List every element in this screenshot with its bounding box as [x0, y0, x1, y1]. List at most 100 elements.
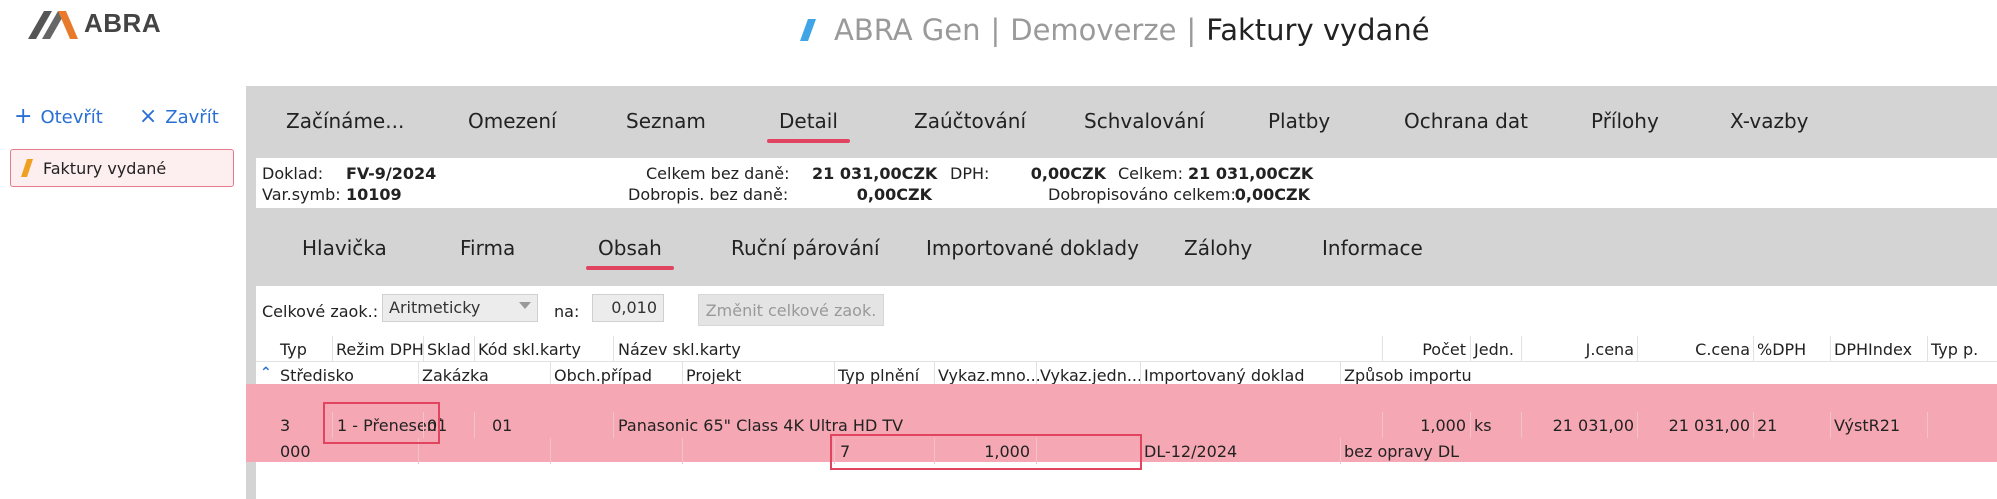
cell-pocet: 1,000	[1420, 416, 1466, 435]
title-version: Demoverze	[1010, 13, 1177, 47]
tab-detail[interactable]: Detail	[767, 99, 850, 143]
cell-procento-dph: 21	[1757, 416, 1778, 435]
sidebar-item-label: Faktury vydané	[43, 158, 167, 178]
tab-zaciname[interactable]: Začínáme...	[286, 99, 404, 143]
tab-importovane-doklady[interactable]: Importované doklady	[926, 226, 1139, 270]
change-rounding-button[interactable]: Změnit celkové zaok.	[698, 294, 884, 326]
col-typ-p[interactable]: Typ p.	[1931, 340, 1978, 359]
tab-firma[interactable]: Firma	[460, 226, 515, 270]
close-label: Zavřít	[165, 106, 219, 128]
col-zakazka[interactable]: Zakázka	[422, 366, 489, 385]
col-importovany-doklad[interactable]: Importovaný doklad	[1144, 366, 1304, 385]
tab-schvalovani[interactable]: Schvalování	[1084, 99, 1205, 143]
col-kod-skl-karty[interactable]: Kód skl.karty	[478, 340, 581, 359]
cell-c-cena: 21 031,00	[1668, 416, 1750, 435]
varsymb-label: Var.symb:	[262, 185, 341, 204]
highlight-rezim-dph	[323, 402, 440, 444]
tab-obsah[interactable]: Obsah	[586, 226, 674, 270]
rounding-label: Celkové zaok.:	[262, 302, 379, 321]
celkem-bez-dane-label: Celkem bez daně:	[646, 164, 790, 183]
cell-typ: 3	[280, 416, 291, 435]
abra-logo-icon	[28, 11, 78, 39]
main-panel: Začínáme... Omezení Seznam Detail Zaúčto…	[246, 86, 1997, 499]
celkem-value: 21 031,00CZK	[1188, 164, 1314, 183]
tab-zauctovani[interactable]: Zaúčtování	[914, 99, 1026, 143]
varsymb-value: 10109	[346, 185, 402, 204]
tab-zalohy[interactable]: Zálohy	[1184, 226, 1252, 270]
col-pocet[interactable]: Počet	[1386, 340, 1466, 359]
col-sklad[interactable]: Sklad	[427, 340, 471, 359]
title-separator: |	[1186, 13, 1197, 47]
celkem-label: Celkem:	[1118, 164, 1183, 183]
document-summary: Doklad: FV-9/2024 Var.symb: 10109 Celkem…	[256, 158, 1997, 208]
doklad-value: FV-9/2024	[346, 164, 437, 183]
dobropis-bez-dane-value: 0,00CZK	[856, 185, 932, 204]
content-panel: Celkové zaok.: Aritmeticky na: 0,010 Změ…	[246, 286, 1997, 499]
agenda-slash-icon	[21, 159, 33, 177]
collapse-up-icon[interactable]: ⌃	[260, 365, 272, 381]
sidebar-actions: + Otevřít × Zavřít	[14, 106, 219, 128]
dobropis-bez-dane-label: Dobropis. bez daně:	[628, 185, 789, 204]
col-obch-pripad[interactable]: Obch.případ	[554, 366, 652, 385]
rounding-precision-input[interactable]: 0,010	[592, 294, 664, 322]
rounding-select[interactable]: Aritmeticky	[382, 294, 538, 322]
col-c-cena[interactable]: C.cena	[1640, 340, 1750, 359]
col-rezim-dph[interactable]: Režim DPH	[336, 340, 424, 359]
col-typ[interactable]: Typ	[280, 340, 307, 359]
cell-kod-skl-karty: 01	[492, 416, 513, 435]
col-j-cena[interactable]: J.cena	[1524, 340, 1634, 359]
col-dph-index[interactable]: DPHIndex	[1834, 340, 1912, 359]
cell-dph-index: VýstR21	[1834, 416, 1901, 435]
open-button[interactable]: + Otevřít	[14, 106, 103, 128]
tab-omezeni[interactable]: Omezení	[468, 99, 557, 143]
dph-label: DPH:	[950, 164, 990, 183]
dobropisovano-value: 0,00CZK	[1234, 185, 1310, 204]
plus-icon: +	[14, 104, 33, 129]
sidebar-item-faktury-vydane[interactable]: Faktury vydané	[10, 149, 234, 187]
highlight-vykaz-fields	[830, 434, 1142, 470]
logo-text: ABRA	[84, 7, 162, 38]
close-icon: ×	[138, 104, 158, 129]
sub-tabs: Hlavička Firma Obsah Ruční párování Impo…	[246, 212, 1997, 284]
title-app: ABRA Gen	[834, 13, 981, 47]
doklad-label: Doklad:	[262, 164, 324, 183]
tab-x-vazby[interactable]: X-vazby	[1730, 99, 1809, 143]
dobropisovano-label: Dobropisováno celkem:	[1048, 185, 1236, 204]
sidebar: + Otevřít × Zavřít Faktury vydané	[0, 66, 246, 499]
cell-stredisko: 000	[280, 442, 311, 461]
cell-zpusob-importu: bez opravy DL	[1344, 442, 1460, 461]
tab-ochrana-dat[interactable]: Ochrana dat	[1404, 99, 1528, 143]
main-tabs: Začínáme... Omezení Seznam Detail Zaúčto…	[246, 86, 1997, 156]
title-separator: |	[990, 13, 1001, 47]
tab-informace[interactable]: Informace	[1322, 226, 1423, 270]
top-header: ABRA ABRA Gen | Demoverze | Faktury vyda…	[0, 0, 1997, 66]
cell-jedn: ks	[1474, 416, 1492, 435]
tab-seznam[interactable]: Seznam	[626, 99, 706, 143]
abra-logo[interactable]: ABRA	[28, 6, 161, 40]
open-label: Otevřít	[40, 106, 103, 128]
table-header-1: Typ Režim DPH Sklad Kód skl.karty Název …	[256, 336, 1997, 362]
tab-prilohy[interactable]: Přílohy	[1591, 99, 1659, 143]
col-stredisko[interactable]: Středisko	[280, 366, 354, 385]
na-label: na:	[554, 302, 580, 321]
col-projekt[interactable]: Projekt	[686, 366, 741, 385]
title-agenda: Faktury vydané	[1206, 13, 1430, 47]
cell-importovany-doklad: DL-12/2024	[1144, 442, 1238, 461]
col-zpusob-importu[interactable]: Způsob importu	[1344, 366, 1472, 385]
abra-slash-icon	[800, 19, 816, 41]
cell-nazev-skl-karty: Panasonic 65" Class 4K Ultra HD TV	[618, 416, 904, 435]
tab-platby[interactable]: Platby	[1268, 99, 1330, 143]
close-button[interactable]: × Zavřít	[139, 106, 219, 128]
col-vykaz-jednotka[interactable]: Vykaz.jedn...	[1040, 366, 1142, 385]
tab-hlavicka[interactable]: Hlavička	[302, 226, 387, 270]
col-typ-plneni[interactable]: Typ plnění	[838, 366, 919, 385]
col-jedn[interactable]: Jedn.	[1474, 340, 1514, 359]
rounding-toolbar: Celkové zaok.: Aritmeticky na: 0,010 Změ…	[256, 286, 1997, 330]
col-procento-dph[interactable]: %DPH	[1757, 340, 1806, 359]
col-nazev-skl-karty[interactable]: Název skl.karty	[618, 340, 741, 359]
celkem-bez-dane-value: 21 031,00CZK	[812, 164, 938, 183]
cell-j-cena: 21 031,00	[1552, 416, 1634, 435]
chevron-down-icon	[519, 302, 531, 309]
tab-rucni-parovani[interactable]: Ruční párování	[731, 226, 880, 270]
col-vykaz-mnozstvi[interactable]: Vykaz.mno...	[938, 366, 1041, 385]
